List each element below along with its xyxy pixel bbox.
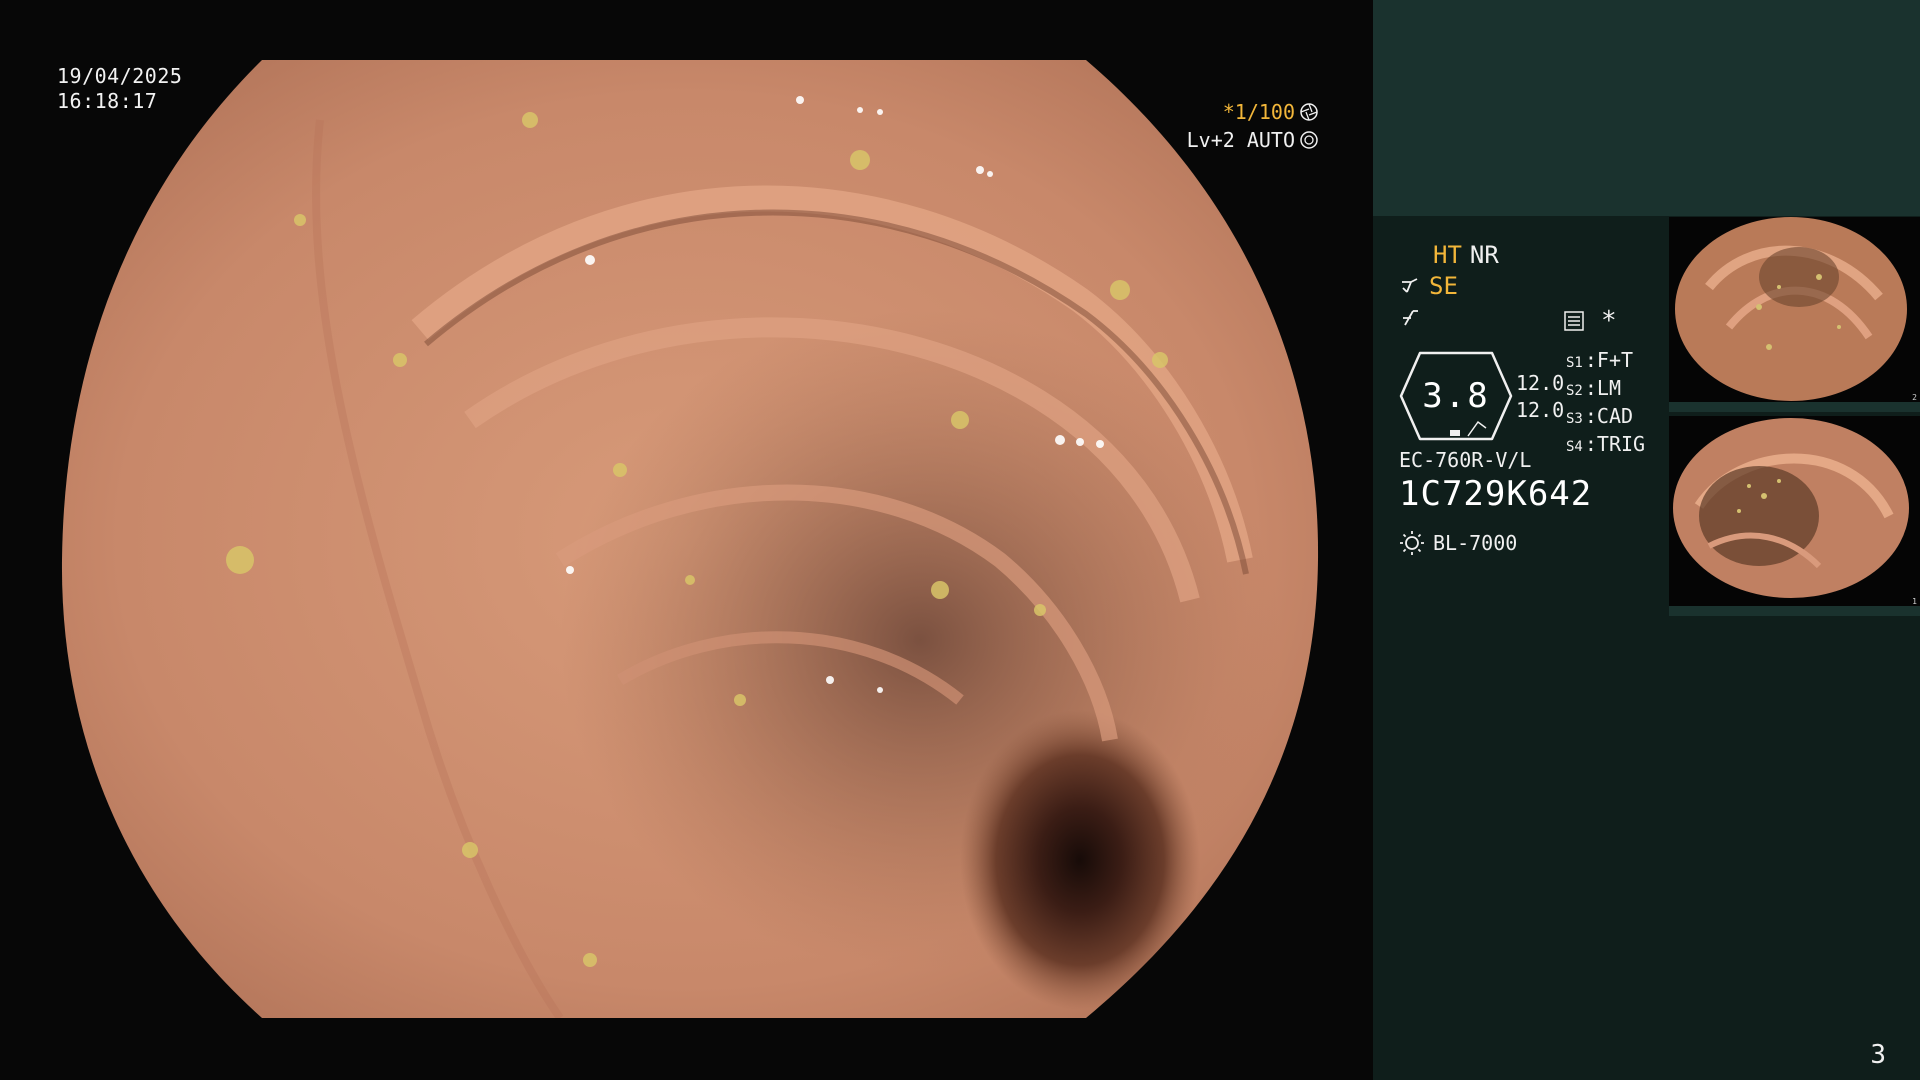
sun-icon <box>1400 531 1424 555</box>
gauge-setting-1: 12.0 <box>1516 371 1565 395</box>
mode-se: SE <box>1429 272 1458 300</box>
thumbnail-image <box>1669 217 1920 412</box>
switch-s2: S2:LM <box>1566 376 1621 400</box>
level-row: Lv+2 AUTO <box>1187 126 1319 154</box>
endoscope-image <box>61 60 1319 1018</box>
switch-s3: S3:CAD <box>1566 404 1634 428</box>
light-source-model: BL-7000 <box>1433 531 1518 555</box>
gauge-settings: 12.0 12.0 <box>1516 370 1564 424</box>
mode-row-ht-nr: HT NR <box>1399 240 1499 271</box>
shutter-row: *1/100 <box>1187 98 1319 126</box>
menu-list-icon <box>1564 311 1584 331</box>
aperture-icon <box>1300 103 1318 121</box>
page-number: 3 <box>1870 1040 1886 1070</box>
asterisk-mark: * <box>1601 306 1617 336</box>
light-level: Lv+2 AUTO <box>1186 128 1295 152</box>
mode-ht: HT <box>1433 241 1462 269</box>
shutter-speed: *1/100 <box>1222 100 1295 124</box>
captured-thumbnail-1[interactable]: 1 <box>1669 416 1920 616</box>
mode-row-se: SE <box>1399 271 1499 302</box>
mode-nr: NR <box>1469 241 1499 269</box>
scope-serial: 1C729K642 <box>1399 474 1593 514</box>
intensity-value: 3.8 <box>1422 376 1490 416</box>
iris-icon <box>1300 131 1318 149</box>
switch-s4: S4:TRIG <box>1566 432 1646 456</box>
date-time-overlay: 19/04/2025 16:18:17 <box>57 64 182 114</box>
captured-thumbnail-2[interactable]: 2 <box>1669 217 1920 412</box>
thumbnail-image <box>1669 416 1920 616</box>
time-text: 16:18:17 <box>57 89 158 113</box>
mode-row-hook <box>1399 302 1499 333</box>
thumbnail-number: 2 <box>1912 393 1917 402</box>
exposure-info: *1/100 Lv+2 AUTO <box>1187 98 1319 154</box>
switch-s1: S1:F+T <box>1566 348 1634 372</box>
image-mode-block: HT NR SE <box>1399 240 1499 333</box>
side-panel-header-area <box>1373 0 1920 216</box>
scope-switch-list: S1:F+T S2:LM S3:CAD S4:TRIG <box>1566 348 1645 460</box>
light-source-row: BL-7000 <box>1399 530 1517 556</box>
date-text: 19/04/2025 <box>57 64 183 88</box>
cutter-icon <box>1402 277 1418 293</box>
scope-model: EC-760R-V/L <box>1399 448 1532 472</box>
gauge-setting-2: 12.0 <box>1516 398 1565 422</box>
hook-icon <box>1403 309 1418 325</box>
endoscopy-view-area: 19/04/2025 16:18:17 *1/100 Lv+2 AUTO <box>0 0 1373 1080</box>
thumbnail-number: 1 <box>1912 597 1917 606</box>
menu-icons: * <box>1563 306 1617 336</box>
